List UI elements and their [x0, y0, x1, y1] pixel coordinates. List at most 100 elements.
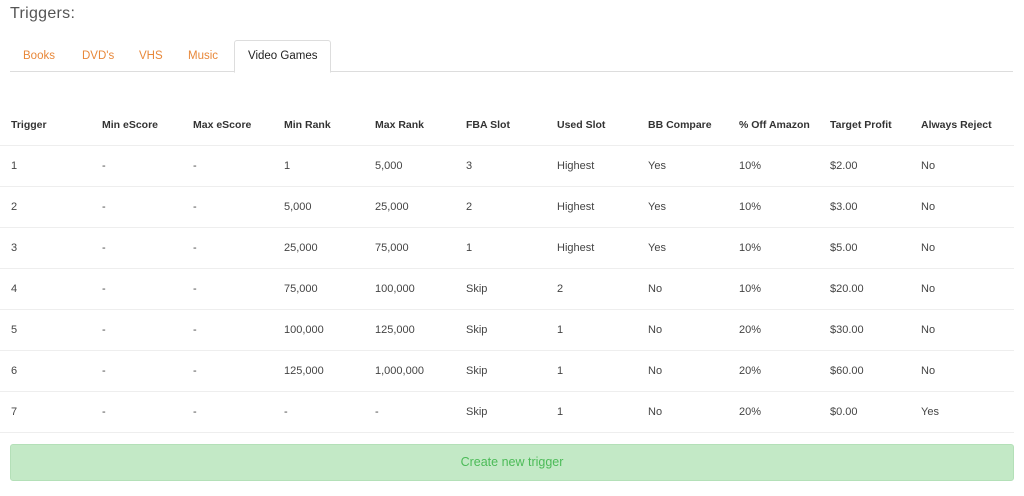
table-cell: 125,000 — [364, 309, 455, 351]
column-header: FBA Slot — [455, 104, 546, 146]
table-cell: 7 — [0, 391, 91, 433]
table-cell: - — [91, 391, 182, 433]
table-row[interactable]: 2- -5,000 25,000 2 Highest Yes 10% $3.00 No — [0, 186, 1014, 228]
column-header: BB Compare — [637, 104, 728, 146]
category-tabs: Books DVD's VHS Music Video Games — [10, 40, 1013, 73]
table-cell: - — [182, 350, 273, 392]
table-cell: 3 — [0, 227, 91, 269]
table-cell: Skip — [455, 268, 546, 310]
table-cell: 10% — [728, 227, 819, 269]
table-cell: 4 — [0, 268, 91, 310]
column-header: Max eScore — [182, 104, 273, 146]
table-cell: $0.00 — [819, 391, 910, 433]
column-header: Trigger — [0, 104, 91, 146]
table-cell: Highest — [546, 186, 637, 228]
table-cell: 20% — [728, 391, 819, 433]
table-cell: 1 — [546, 391, 637, 433]
table-cell: Skip — [455, 391, 546, 433]
table-cell: No — [637, 391, 728, 433]
table-cell: - — [182, 391, 273, 433]
column-header: Used Slot — [546, 104, 637, 146]
tab-dvds[interactable]: DVD's — [69, 40, 127, 72]
table-cell: 2 — [0, 186, 91, 228]
tab-music[interactable]: Music — [175, 40, 231, 72]
table-cell: No — [910, 350, 1014, 392]
table-cell: 6 — [0, 350, 91, 392]
table-cell: 10% — [728, 145, 819, 187]
table-cell: 125,000 — [273, 350, 364, 392]
table-cell: - — [91, 309, 182, 351]
table-cell: 75,000 — [273, 268, 364, 310]
table-cell: Highest — [546, 227, 637, 269]
table-cell: 20% — [728, 350, 819, 392]
table-row[interactable]: 7- - - - Skip 1 No 20% $0.00 Yes — [0, 391, 1014, 433]
table-row[interactable]: 3- -25,000 75,000 1 Highest Yes 10% $5.00 No — [0, 227, 1014, 269]
table-row[interactable]: 4- -75,000 100,000 Skip 2 No 10% $20.00 No — [0, 268, 1014, 310]
table-cell: 5,000 — [364, 145, 455, 187]
table-cell: No — [637, 309, 728, 351]
table-cell: 1 — [546, 309, 637, 351]
table-cell: 20% — [728, 309, 819, 351]
table-cell: $3.00 — [819, 186, 910, 228]
table-cell: $2.00 — [819, 145, 910, 187]
table-cell: No — [910, 268, 1014, 310]
table-cell: 5 — [0, 309, 91, 351]
table-cell: 1 — [455, 227, 546, 269]
table-cell: 5,000 — [273, 186, 364, 228]
table-header-row: Trigger Min eScore Max eScore Min Rank M… — [0, 104, 1014, 146]
table-cell: - — [91, 350, 182, 392]
table-cell: 1 — [273, 145, 364, 187]
tab-books[interactable]: Books — [10, 40, 68, 72]
table-cell: 1 — [0, 145, 91, 187]
table-cell: $30.00 — [819, 309, 910, 351]
column-header: Min Rank — [273, 104, 364, 146]
tab-video-games[interactable]: Video Games — [234, 40, 332, 73]
table-cell: No — [910, 145, 1014, 187]
table-cell: - — [91, 186, 182, 228]
table-cell: $20.00 — [819, 268, 910, 310]
table-cell: - — [273, 391, 364, 433]
table-cell: 100,000 — [364, 268, 455, 310]
table-cell: No — [910, 186, 1014, 228]
table-cell: No — [910, 309, 1014, 351]
table-row[interactable]: 6- -125,000 1,000,000 Skip 1 No 20% $60.00 No — [0, 350, 1014, 392]
table-cell: $60.00 — [819, 350, 910, 392]
table-cell: No — [910, 227, 1014, 269]
column-header: Always Reject — [910, 104, 1014, 146]
tab-vhs[interactable]: VHS — [126, 40, 176, 72]
column-header: Min eScore — [91, 104, 182, 146]
table-cell: 25,000 — [364, 186, 455, 228]
table-cell: 100,000 — [273, 309, 364, 351]
table-cell: - — [182, 309, 273, 351]
table-cell: $5.00 — [819, 227, 910, 269]
table-cell: Yes — [637, 186, 728, 228]
table-cell: Yes — [910, 391, 1014, 433]
table-cell: 1 — [546, 350, 637, 392]
table-cell: - — [364, 391, 455, 433]
table-cell: - — [182, 268, 273, 310]
page-title: Triggers: — [10, 5, 76, 22]
table-cell: No — [637, 268, 728, 310]
table-cell: 3 — [455, 145, 546, 187]
column-header: Target Profit — [819, 104, 910, 146]
column-header: Max Rank — [364, 104, 455, 146]
table-cell: - — [182, 227, 273, 269]
table-row[interactable]: 1- -1 5,000 3 Highest Yes 10% $2.00 No — [0, 145, 1014, 187]
table-cell: No — [637, 350, 728, 392]
table-cell: - — [91, 145, 182, 187]
triggers-table: Trigger Min eScore Max eScore Min Rank M… — [0, 104, 1014, 433]
table-cell: 10% — [728, 186, 819, 228]
table-cell: Highest — [546, 145, 637, 187]
column-header: % Off Amazon — [728, 104, 819, 146]
table-cell: - — [91, 227, 182, 269]
table-cell: Yes — [637, 227, 728, 269]
table-cell: Yes — [637, 145, 728, 187]
table-cell: Skip — [455, 309, 546, 351]
table-cell: 2 — [546, 268, 637, 310]
table-row[interactable]: 5- -100,000 125,000 Skip 1 No 20% $30.00 No — [0, 309, 1014, 351]
table-cell: 75,000 — [364, 227, 455, 269]
create-trigger-button[interactable]: Create new trigger — [10, 444, 1014, 481]
table-cell: 1,000,000 — [364, 350, 455, 392]
table-cell: - — [91, 268, 182, 310]
table-cell: 2 — [455, 186, 546, 228]
